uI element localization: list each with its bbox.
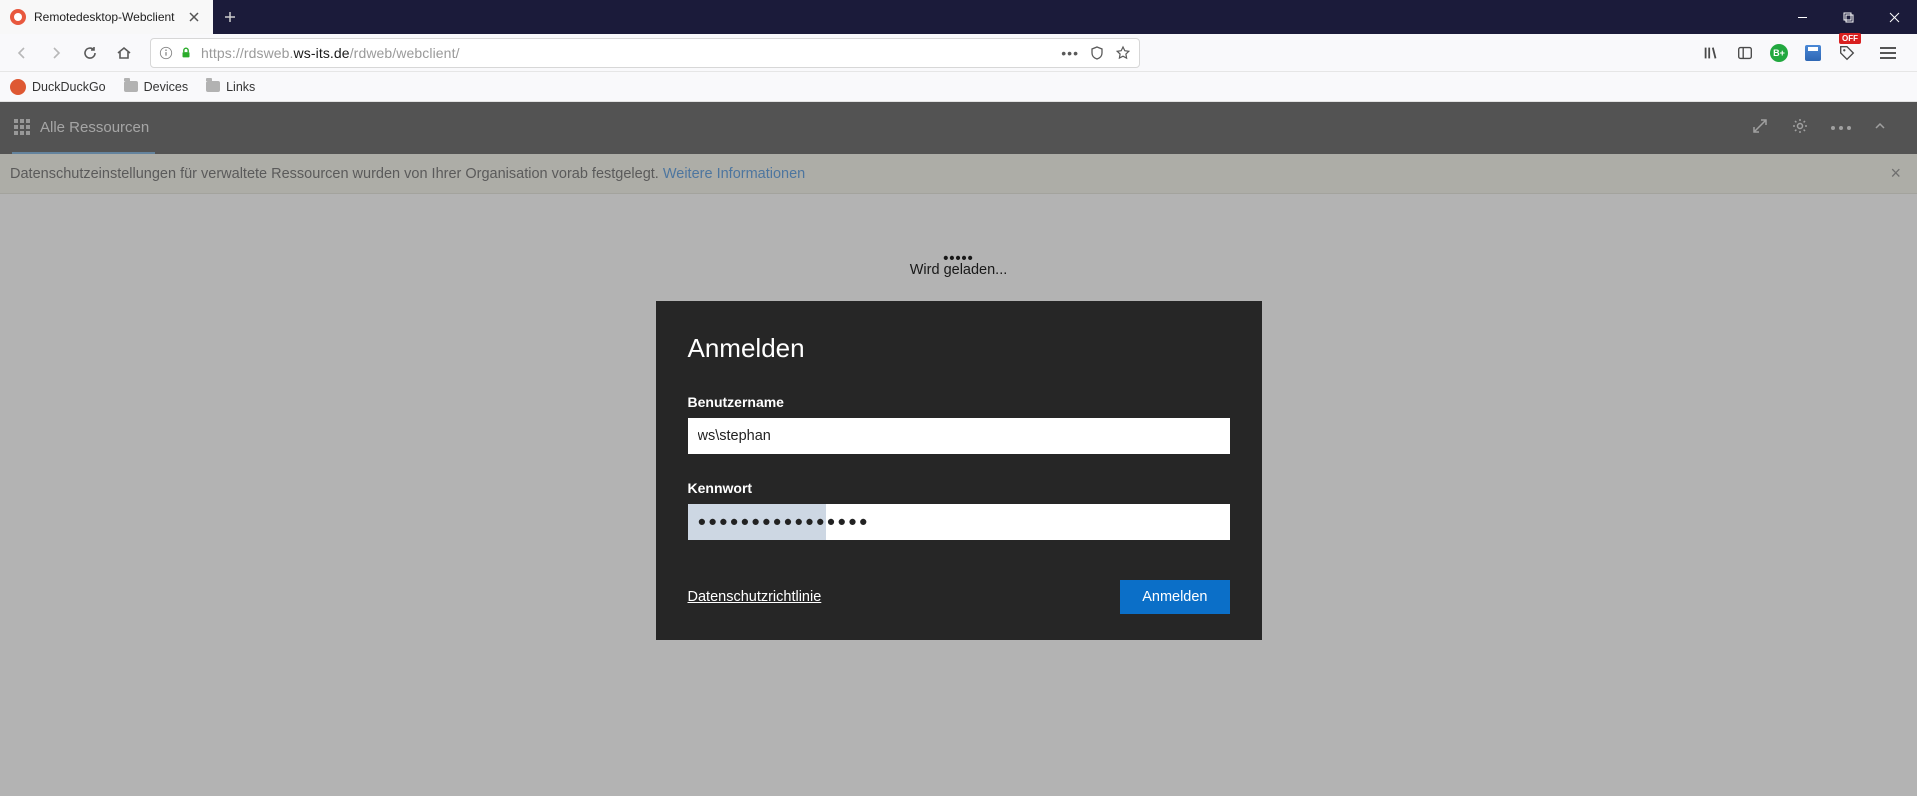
folder-icon xyxy=(206,81,220,92)
bookmark-star-icon[interactable] xyxy=(1115,45,1131,61)
bookmark-label: Links xyxy=(226,80,255,94)
page-content: Alle Ressourcen Datenschutzeinstellungen… xyxy=(0,102,1917,796)
lock-icon xyxy=(179,46,193,60)
privacy-policy-link[interactable]: Datenschutzrichtlinie xyxy=(688,589,822,605)
bookmark-devices[interactable]: Devices xyxy=(124,80,188,94)
browser-toolbar: https://rdsweb.ws-its.de/rdweb/webclient… xyxy=(0,34,1917,72)
tab-title: Remotedesktop-Webclient xyxy=(34,10,175,24)
url-text: https://rdsweb.ws-its.de/rdweb/webclient… xyxy=(201,45,1061,61)
page-actions-icon[interactable]: ••• xyxy=(1061,45,1079,61)
url-bar[interactable]: https://rdsweb.ws-its.de/rdweb/webclient… xyxy=(150,38,1140,68)
username-label: Benutzername xyxy=(688,394,1230,410)
folder-icon xyxy=(124,81,138,92)
app-menu-button[interactable] xyxy=(1871,52,1905,54)
password-input[interactable] xyxy=(688,504,1230,540)
password-label: Kennwort xyxy=(688,480,1230,496)
reader-shield-icon[interactable] xyxy=(1089,45,1105,61)
minimize-button[interactable] xyxy=(1779,0,1825,34)
reload-button[interactable] xyxy=(74,37,106,69)
ext-green-badge[interactable]: B+ xyxy=(1769,43,1789,63)
ext-save-icon[interactable] xyxy=(1803,43,1823,63)
library-icon[interactable] xyxy=(1701,43,1721,63)
login-title: Anmelden xyxy=(688,333,1230,364)
duckduckgo-icon xyxy=(10,79,26,95)
extension-icons: B+ xyxy=(1701,43,1911,63)
tab-close-button[interactable] xyxy=(185,8,203,26)
back-button[interactable] xyxy=(6,37,38,69)
bookmark-links[interactable]: Links xyxy=(206,80,255,94)
new-tab-button[interactable] xyxy=(213,0,247,34)
info-icon xyxy=(159,46,173,60)
submit-button[interactable]: Anmelden xyxy=(1120,580,1229,614)
bookmark-duckduckgo[interactable]: DuckDuckGo xyxy=(10,79,106,95)
browser-titlebar: Remotedesktop-Webclient xyxy=(0,0,1917,34)
username-input[interactable] xyxy=(688,418,1230,454)
forward-button[interactable] xyxy=(40,37,72,69)
tab-favicon xyxy=(10,9,26,25)
bookmarks-bar: DuckDuckGo Devices Links xyxy=(0,72,1917,102)
bookmark-label: Devices xyxy=(144,80,188,94)
home-button[interactable] xyxy=(108,37,140,69)
login-dialog: Anmelden Benutzername Kennwort Datenschu… xyxy=(656,301,1262,640)
maximize-button[interactable] xyxy=(1825,0,1871,34)
window-controls xyxy=(1779,0,1917,34)
ext-tag-icon[interactable] xyxy=(1837,43,1857,63)
loading-indicator: ••••• Wird geladen... xyxy=(0,256,1917,278)
close-window-button[interactable] xyxy=(1871,0,1917,34)
loading-text: Wird geladen... xyxy=(910,262,1008,278)
sidebar-icon[interactable] xyxy=(1735,43,1755,63)
browser-tab[interactable]: Remotedesktop-Webclient xyxy=(0,0,213,34)
site-identity[interactable] xyxy=(159,46,193,60)
bookmark-label: DuckDuckGo xyxy=(32,80,106,94)
